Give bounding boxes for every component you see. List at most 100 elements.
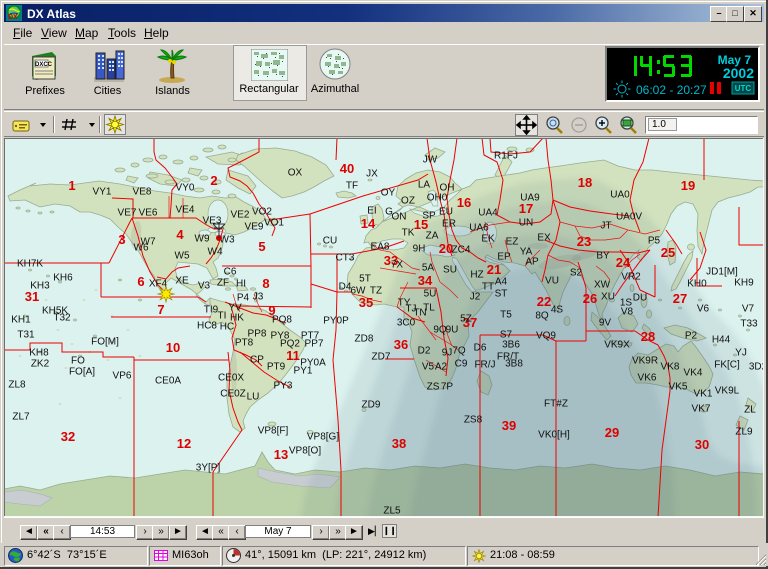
svg-text:FO[M]: FO[M] [91, 337, 119, 348]
svg-text:LA: LA [418, 180, 431, 191]
svg-text:40: 40 [340, 161, 354, 176]
svg-text:OY: OY [381, 188, 396, 199]
svg-text:JW: JW [423, 155, 438, 166]
svg-text:TZ: TZ [370, 286, 382, 297]
svg-text:29: 29 [605, 425, 619, 440]
svg-text:9H: 9H [413, 244, 426, 255]
svg-text:V7: V7 [742, 304, 755, 315]
svg-text:PP7: PP7 [305, 339, 324, 350]
svg-text:ZD7: ZD7 [372, 352, 391, 363]
svg-text:16: 16 [457, 195, 471, 210]
svg-text:VE2: VE2 [231, 210, 250, 221]
svg-text:VY1: VY1 [93, 187, 112, 198]
svg-text:VO2: VO2 [252, 207, 272, 218]
svg-text:W3: W3 [220, 235, 235, 246]
svg-text:39: 39 [502, 418, 516, 433]
svg-text:VK0[H]: VK0[H] [538, 430, 570, 441]
svg-text:SP: SP [422, 211, 436, 222]
svg-text:UTC: UTC [735, 84, 752, 93]
svg-text:KH7K: KH7K [17, 259, 43, 270]
svg-text:ZF: ZF [217, 278, 229, 289]
svg-text:3: 3 [118, 232, 125, 247]
svg-text:A4: A4 [495, 277, 508, 288]
svg-text:EZ: EZ [506, 237, 519, 248]
svg-text:XF4: XF4 [149, 279, 168, 290]
svg-text:EX: EX [537, 233, 551, 244]
svg-text:KH3: KH3 [30, 281, 50, 292]
svg-text:DU: DU [633, 293, 647, 304]
svg-text:PY3: PY3 [274, 381, 293, 392]
svg-text:J2: J2 [470, 292, 481, 303]
svg-text:26: 26 [583, 291, 597, 306]
svg-text:VK5: VK5 [669, 382, 688, 393]
svg-text:5: 5 [258, 239, 265, 254]
svg-text:EI: EI [367, 206, 376, 217]
svg-text:SU: SU [443, 265, 457, 276]
svg-text:21: 21 [487, 262, 501, 277]
svg-text:UA9: UA9 [520, 193, 540, 204]
svg-text:6W: 6W [351, 286, 367, 297]
svg-text:CT3: CT3 [336, 253, 355, 264]
svg-text:7X: 7X [391, 260, 404, 271]
svg-text:5T: 5T [359, 274, 371, 285]
svg-text:EP: EP [497, 252, 511, 263]
svg-text:V8: V8 [621, 307, 634, 318]
svg-text:9J: 9J [442, 348, 453, 359]
svg-text:8: 8 [262, 276, 269, 291]
svg-text:V3: V3 [198, 281, 211, 292]
svg-text:VE8: VE8 [133, 187, 152, 198]
svg-text:EA8: EA8 [371, 242, 390, 253]
svg-text:D6: D6 [474, 343, 487, 354]
svg-text:DXCC: DXCC [35, 62, 53, 68]
svg-text:TN: TN [413, 308, 426, 319]
svg-text:T33: T33 [740, 319, 758, 330]
svg-text:W6: W6 [134, 243, 149, 254]
svg-text:HC8: HC8 [197, 321, 217, 332]
svg-text:12: 12 [177, 436, 191, 451]
svg-text:KH6: KH6 [53, 273, 73, 284]
svg-text:VP8[G]: VP8[G] [307, 432, 339, 443]
svg-text:TK: TK [402, 228, 415, 239]
svg-text:36: 36 [394, 337, 408, 352]
svg-text:P5: P5 [648, 236, 661, 247]
svg-text:2: 2 [210, 173, 217, 188]
svg-text:HC: HC [220, 322, 234, 333]
svg-text:DX: DX [8, 14, 18, 21]
svg-text:FO[A]: FO[A] [69, 367, 95, 378]
svg-text:VP6: VP6 [113, 371, 132, 382]
svg-text:11: 11 [286, 348, 300, 363]
svg-text:VE7: VE7 [118, 208, 137, 219]
svg-text:VE9: VE9 [245, 222, 264, 233]
svg-text:38: 38 [392, 436, 406, 451]
svg-text:CE0X: CE0X [218, 373, 244, 384]
svg-text:32: 32 [61, 429, 75, 444]
svg-text:PY8: PY8 [271, 331, 290, 342]
svg-text:PQ8: PQ8 [272, 315, 292, 326]
svg-text:ER: ER [442, 219, 456, 230]
svg-text:28: 28 [641, 329, 655, 344]
svg-text:C9: C9 [455, 359, 468, 370]
svg-text:V6: V6 [697, 304, 710, 315]
svg-text:EU: EU [439, 207, 453, 218]
svg-text:5U: 5U [424, 289, 437, 300]
svg-text:T5: T5 [500, 310, 512, 321]
svg-text:PT8: PT8 [235, 338, 254, 349]
svg-text:JX: JX [366, 169, 378, 180]
svg-text:FR/J: FR/J [474, 360, 495, 371]
svg-text:7P: 7P [441, 382, 454, 393]
svg-text:H44: H44 [712, 335, 731, 346]
svg-text:10: 10 [166, 340, 180, 355]
svg-text:2002: 2002 [723, 65, 754, 81]
svg-text:CP: CP [250, 355, 264, 366]
svg-text:HZ: HZ [470, 270, 483, 281]
svg-text:35: 35 [359, 295, 373, 310]
svg-text:30: 30 [695, 437, 709, 452]
svg-text:LU: LU [247, 392, 260, 403]
svg-text:ZS8: ZS8 [464, 415, 483, 426]
svg-text:JD1[M]: JD1[M] [706, 267, 738, 278]
svg-text:25: 25 [661, 245, 675, 260]
svg-text:7Q: 7Q [452, 346, 466, 357]
svg-text:VY0: VY0 [176, 183, 195, 194]
svg-text:VP8[O]: VP8[O] [289, 446, 321, 457]
svg-text:W9: W9 [195, 234, 210, 245]
